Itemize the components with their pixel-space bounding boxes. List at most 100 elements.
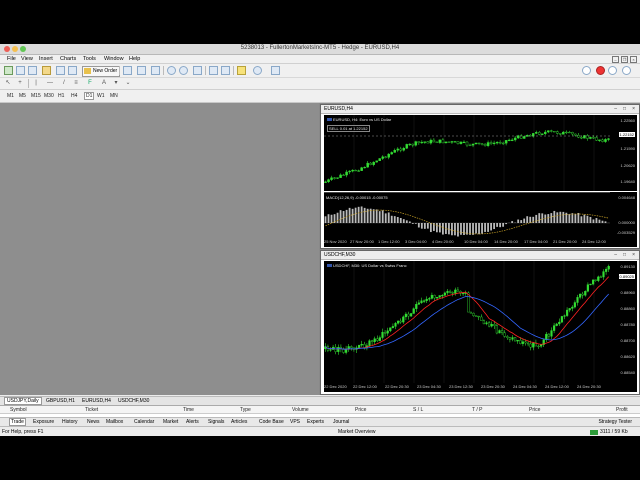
menu-view[interactable]: View (21, 56, 33, 62)
zoom-out-icon[interactable] (179, 66, 188, 75)
column-sl[interactable]: S / L (413, 407, 423, 413)
market-watch-icon[interactable] (28, 66, 37, 75)
candle-body (428, 298, 431, 300)
strategy-tester-button[interactable]: Strategy Tester (598, 419, 632, 425)
bar-chart-icon[interactable] (123, 66, 132, 75)
chart-shift-icon[interactable] (221, 66, 230, 75)
timeframe-m15[interactable]: M15 (31, 93, 41, 99)
tab-mailbox[interactable]: Mailbox (105, 419, 124, 425)
periods-icon[interactable] (253, 66, 262, 75)
price-plot-usdchf[interactable]: USDCHF, M30: US Dollar vs Swiss Franc (324, 261, 610, 383)
chart-minimize-icon[interactable]: – (614, 252, 617, 258)
chart-tab-eurusd[interactable]: EURUSD,H4 (80, 398, 113, 404)
tab-exposure[interactable]: Exposure (32, 419, 55, 425)
auto-scroll-icon[interactable] (209, 66, 218, 75)
column-type[interactable]: Type (240, 407, 251, 413)
tab-signals[interactable]: Signals (207, 419, 225, 425)
shapes-icon[interactable]: ⌄ (124, 80, 132, 87)
status-market-overview[interactable]: Market Overview (338, 429, 376, 435)
text-tool-icon[interactable]: A (100, 80, 108, 87)
column-price[interactable]: Price (355, 407, 366, 413)
crosshair-icon[interactable]: + (16, 80, 24, 87)
timeframe-h4[interactable]: H4 (71, 93, 77, 99)
tab-calendar[interactable]: Calendar (133, 419, 155, 425)
chart-maximize-icon[interactable]: □ (623, 106, 626, 112)
mdi-close-icon[interactable]: × (630, 56, 637, 63)
search-icon[interactable] (582, 66, 591, 75)
column-current-price[interactable]: Price (529, 407, 540, 413)
timeframe-mn[interactable]: MN (110, 93, 118, 99)
menu-insert[interactable]: Insert (39, 56, 53, 62)
timeframe-m1[interactable]: M1 (7, 93, 14, 99)
tab-articles[interactable]: Articles (230, 419, 248, 425)
chart-window-usdchf[interactable]: USDCHF,M30 – □ × USDCHF, M30: US Dollar … (320, 250, 640, 395)
macd-subwindow[interactable]: MACD(12,26,9) -0.00015 -0.00075 (324, 192, 610, 239)
chart-tab-usdchf[interactable]: USDCHF,M30 (116, 398, 151, 404)
timeframe-d1[interactable]: D1 (84, 92, 95, 100)
trend-line-icon[interactable]: / (60, 80, 68, 87)
price-plot-eurusd[interactable]: EURUSD, H4: Euro vs US Dollar SELL 0.01 … (324, 115, 610, 191)
timeframe-m30[interactable]: M30 (44, 93, 54, 99)
column-symbol[interactable]: Symbol (10, 407, 27, 413)
arrows-icon[interactable]: ▾ (112, 80, 120, 87)
chart-close-icon[interactable]: × (632, 106, 635, 112)
tab-news[interactable]: News (86, 419, 101, 425)
chart-maximize-icon[interactable]: □ (623, 252, 626, 258)
tab-market[interactable]: Market (162, 419, 179, 425)
menu-file[interactable]: File (7, 56, 16, 62)
timeframe-m5[interactable]: M5 (19, 93, 26, 99)
templates-icon[interactable] (271, 66, 280, 75)
algo-trading-icon[interactable] (68, 66, 77, 75)
menu-charts[interactable]: Charts (60, 56, 76, 62)
profiles-icon[interactable] (16, 66, 25, 75)
column-volume[interactable]: Volume (292, 407, 309, 413)
column-time[interactable]: Time (183, 407, 194, 413)
fibonacci-icon[interactable]: F (86, 80, 94, 87)
tab-code-base[interactable]: Code Base (258, 419, 285, 425)
sell-position-label[interactable]: SELL 0.01 at 1.22152 (327, 125, 370, 132)
column-tp[interactable]: T / P (472, 407, 482, 413)
indicators-icon[interactable] (237, 66, 246, 75)
menu-window[interactable]: Window (104, 56, 124, 62)
chart-close-icon[interactable]: × (632, 252, 635, 258)
column-profit[interactable]: Profit (616, 407, 628, 413)
candle-body (526, 342, 530, 345)
community-icon[interactable] (608, 66, 617, 75)
timeframe-w1[interactable]: W1 (97, 93, 105, 99)
tab-experts[interactable]: Experts (306, 419, 325, 425)
tab-alerts[interactable]: Alerts (185, 419, 200, 425)
chart-window-title-bar[interactable]: EURUSD,H4 – □ × (321, 105, 639, 114)
cursor-icon[interactable]: ↖ (4, 80, 12, 87)
menu-help[interactable]: Help (129, 56, 140, 62)
tab-trade[interactable]: Trade (9, 418, 26, 426)
data-window-icon[interactable] (56, 66, 65, 75)
tab-journal[interactable]: Journal (332, 419, 350, 425)
candlestick-chart-icon[interactable] (137, 66, 146, 75)
chart-tab-usdjpy[interactable]: USDJPY,Daily (4, 397, 42, 405)
line-chart-icon[interactable] (151, 66, 160, 75)
new-chart-icon[interactable] (4, 66, 13, 75)
navigator-icon[interactable] (42, 66, 51, 75)
chart-minimize-icon[interactable]: – (614, 106, 617, 112)
zoom-in-icon[interactable] (167, 66, 176, 75)
chart-window-eurusd[interactable]: EURUSD,H4 – □ × EURUSD, H4: Euro vs US D… (320, 104, 640, 249)
new-order-button[interactable]: New Order (82, 66, 121, 77)
menu-tools[interactable]: Tools (83, 56, 96, 62)
timeframe-h1[interactable]: H1 (58, 93, 64, 99)
time-tick: 23 Dec 04:30 (417, 384, 441, 389)
tile-windows-icon[interactable] (193, 66, 202, 75)
mdi-restore-icon[interactable]: ❐ (621, 56, 628, 63)
tab-vps[interactable]: VPS (289, 419, 301, 425)
tab-history[interactable]: History (61, 419, 79, 425)
candle-body (501, 142, 505, 145)
chart-window-title-bar[interactable]: USDCHF,M30 – □ × (321, 251, 639, 260)
account-icon[interactable] (622, 66, 631, 75)
chart-tab-gbpusd[interactable]: GBPUSD,H1 (44, 398, 77, 404)
candle-body (368, 340, 371, 346)
horizontal-line-icon[interactable]: — (46, 80, 54, 87)
equidistant-channel-icon[interactable]: ≡ (72, 80, 80, 87)
column-ticket[interactable]: Ticket (85, 407, 98, 413)
mdi-minimize-icon[interactable]: – (612, 56, 619, 63)
notification-icon[interactable] (596, 66, 605, 75)
vertical-line-icon[interactable]: | (32, 80, 40, 87)
